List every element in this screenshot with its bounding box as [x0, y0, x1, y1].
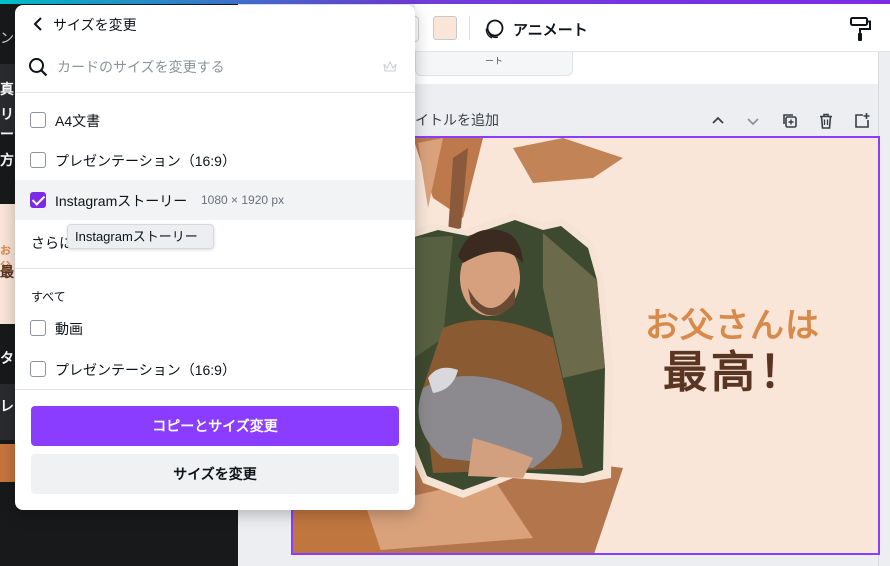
option-label: A4文書 [55, 113, 101, 129]
search-icon [29, 58, 48, 77]
left-panel-fragment-6: レ [0, 398, 14, 414]
tooltip-text: Instagramストーリー [75, 229, 198, 244]
editor-toolbar: アニメート [415, 4, 890, 52]
checkbox[interactable] [30, 152, 46, 168]
animate-icon[interactable] [483, 18, 505, 40]
canvas-main-text[interactable]: 最高！ [663, 336, 807, 400]
left-panel-fragment-1: ン [0, 30, 14, 46]
color-swatch[interactable] [433, 16, 457, 40]
crown-icon [383, 61, 397, 72]
chevron-up-icon[interactable] [709, 112, 727, 130]
left-panel-fragment-2: 真 [0, 81, 14, 97]
checkbox[interactable] [30, 361, 46, 377]
paint-roller-icon[interactable] [848, 16, 872, 42]
thumbnail-text-2: 最 [0, 264, 14, 280]
resize-button[interactable]: サイズを変更 [31, 454, 399, 494]
option-label: プレゼンテーション（16:9） [55, 153, 236, 169]
divider [15, 92, 415, 93]
back-chevron-icon[interactable] [31, 16, 45, 32]
option-label: プレゼンテーション（16:9） [55, 362, 236, 378]
duplicate-page-icon[interactable] [781, 112, 799, 130]
left-panel-fragment-5: タ [0, 350, 14, 366]
chevron-down-icon[interactable] [744, 112, 762, 130]
divider [15, 268, 415, 269]
resize-panel: サイズを変更 A4文書 プレゼンテーション（16:9） Instagramストー… [15, 5, 415, 510]
trash-icon[interactable] [817, 112, 835, 130]
option-label: Instagramストーリー [55, 193, 188, 209]
size-option-instagram-story[interactable]: Instagramストーリー 1080 × 1920 px [15, 180, 415, 220]
size-option-presentation-all[interactable]: プレゼンテーション（16:9） [15, 349, 415, 389]
add-page-icon[interactable] [853, 112, 871, 130]
previous-page-text: ート [484, 56, 503, 66]
divider [15, 389, 415, 390]
option-label: 動画 [55, 321, 83, 337]
animate-button[interactable]: アニメート [513, 19, 588, 40]
toolbar-partial-control[interactable] [415, 16, 419, 42]
previous-page-fragment: ート [415, 52, 573, 76]
all-section-label: すべて [31, 290, 66, 304]
checkbox[interactable] [30, 112, 46, 128]
size-option-video[interactable]: 動画 [15, 308, 415, 348]
size-option-presentation[interactable]: プレゼンテーション（16:9） [15, 140, 415, 180]
size-option-a4[interactable]: A4文書 [15, 100, 415, 140]
toolbar-separator [469, 16, 470, 40]
size-search-input[interactable] [57, 56, 377, 78]
page-title-input[interactable]: イトルを追加 [415, 110, 499, 130]
option-dimensions: 1080 × 1920 px [201, 193, 285, 207]
checkbox[interactable] [30, 320, 46, 336]
copy-and-resize-button[interactable]: コピーとサイズ変更 [31, 406, 399, 446]
checkbox-checked[interactable] [30, 192, 46, 208]
tooltip: Instagramストーリー [67, 224, 214, 249]
panel-title: サイズを変更 [53, 17, 137, 33]
